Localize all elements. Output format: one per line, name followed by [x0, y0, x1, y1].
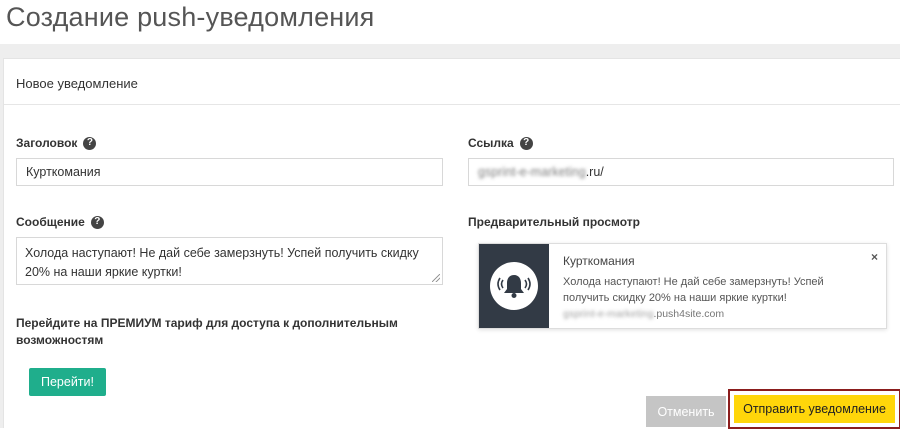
page-title: Создание push-уведомления [6, 2, 375, 32]
cancel-button[interactable]: Отменить [646, 396, 726, 427]
send-notification-button[interactable]: Отправить уведомление [734, 395, 895, 423]
link-label: Ссылка ? [468, 136, 533, 150]
bell-icon [490, 262, 538, 310]
preview-body: Холода наступают! Не дай себе замерзнуть… [563, 276, 824, 304]
send-button-highlight: Отправить уведомление [728, 389, 900, 429]
go-premium-button[interactable]: Перейти! [29, 368, 106, 396]
preview-url: gsprint-e-marketing.push4site.com [563, 308, 725, 320]
message-textarea[interactable]: Холода наступают! Не дай себе замерзнуть… [16, 237, 443, 285]
title-input[interactable]: Курткомания [16, 158, 443, 186]
notification-panel: Новое уведомление Заголовок ? Курткомани… [3, 58, 900, 429]
premium-notice: Перейдите на ПРЕМИУМ тариф для доступа к… [16, 316, 398, 347]
panel-heading: Новое уведомление [4, 59, 900, 105]
panel-heading-title: Новое уведомление [16, 76, 138, 91]
title-label: Заголовок ? [16, 136, 97, 150]
help-icon[interactable]: ? [519, 136, 533, 150]
notification-preview-card: Курткомания Холода наступают! Не дай себ… [478, 243, 887, 329]
link-input[interactable]: gsprint-e-marketing .ru/ [468, 158, 894, 186]
preview-label: Предварительный просмотр [468, 215, 640, 229]
help-icon[interactable]: ? [90, 215, 104, 229]
preview-image [479, 244, 549, 328]
close-icon[interactable]: × [871, 250, 878, 264]
preview-title: Курткомания [563, 254, 635, 268]
resize-handle-icon[interactable] [432, 274, 440, 282]
message-label: Сообщение ? [16, 215, 104, 229]
help-icon[interactable]: ? [83, 136, 97, 150]
